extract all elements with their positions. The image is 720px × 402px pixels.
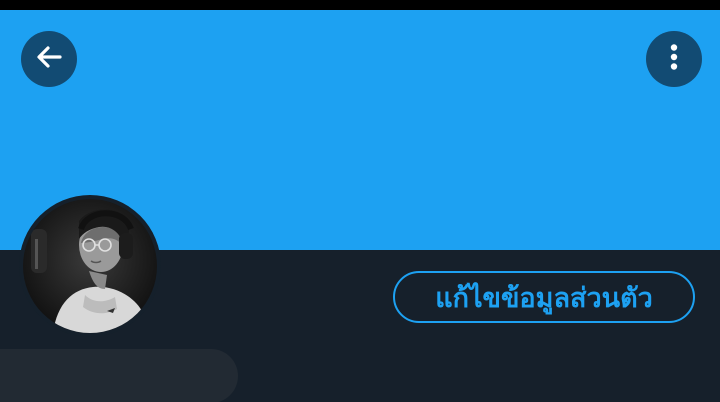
profile-screen: แก้ไขข้อมูลส่วนตัว xyxy=(0,0,720,402)
edit-profile-label: แก้ไขข้อมูลส่วนตัว xyxy=(435,282,653,314)
more-options-button[interactable] xyxy=(646,31,702,87)
arrow-left-icon xyxy=(33,41,65,77)
avatar[interactable] xyxy=(19,195,161,337)
loading-placeholder xyxy=(0,349,238,402)
status-bar xyxy=(0,0,720,10)
back-button[interactable] xyxy=(21,31,77,87)
more-vertical-icon xyxy=(658,41,690,77)
edit-profile-button[interactable]: แก้ไขข้อมูลส่วนตัว xyxy=(393,271,695,323)
avatar-photo xyxy=(23,199,157,333)
